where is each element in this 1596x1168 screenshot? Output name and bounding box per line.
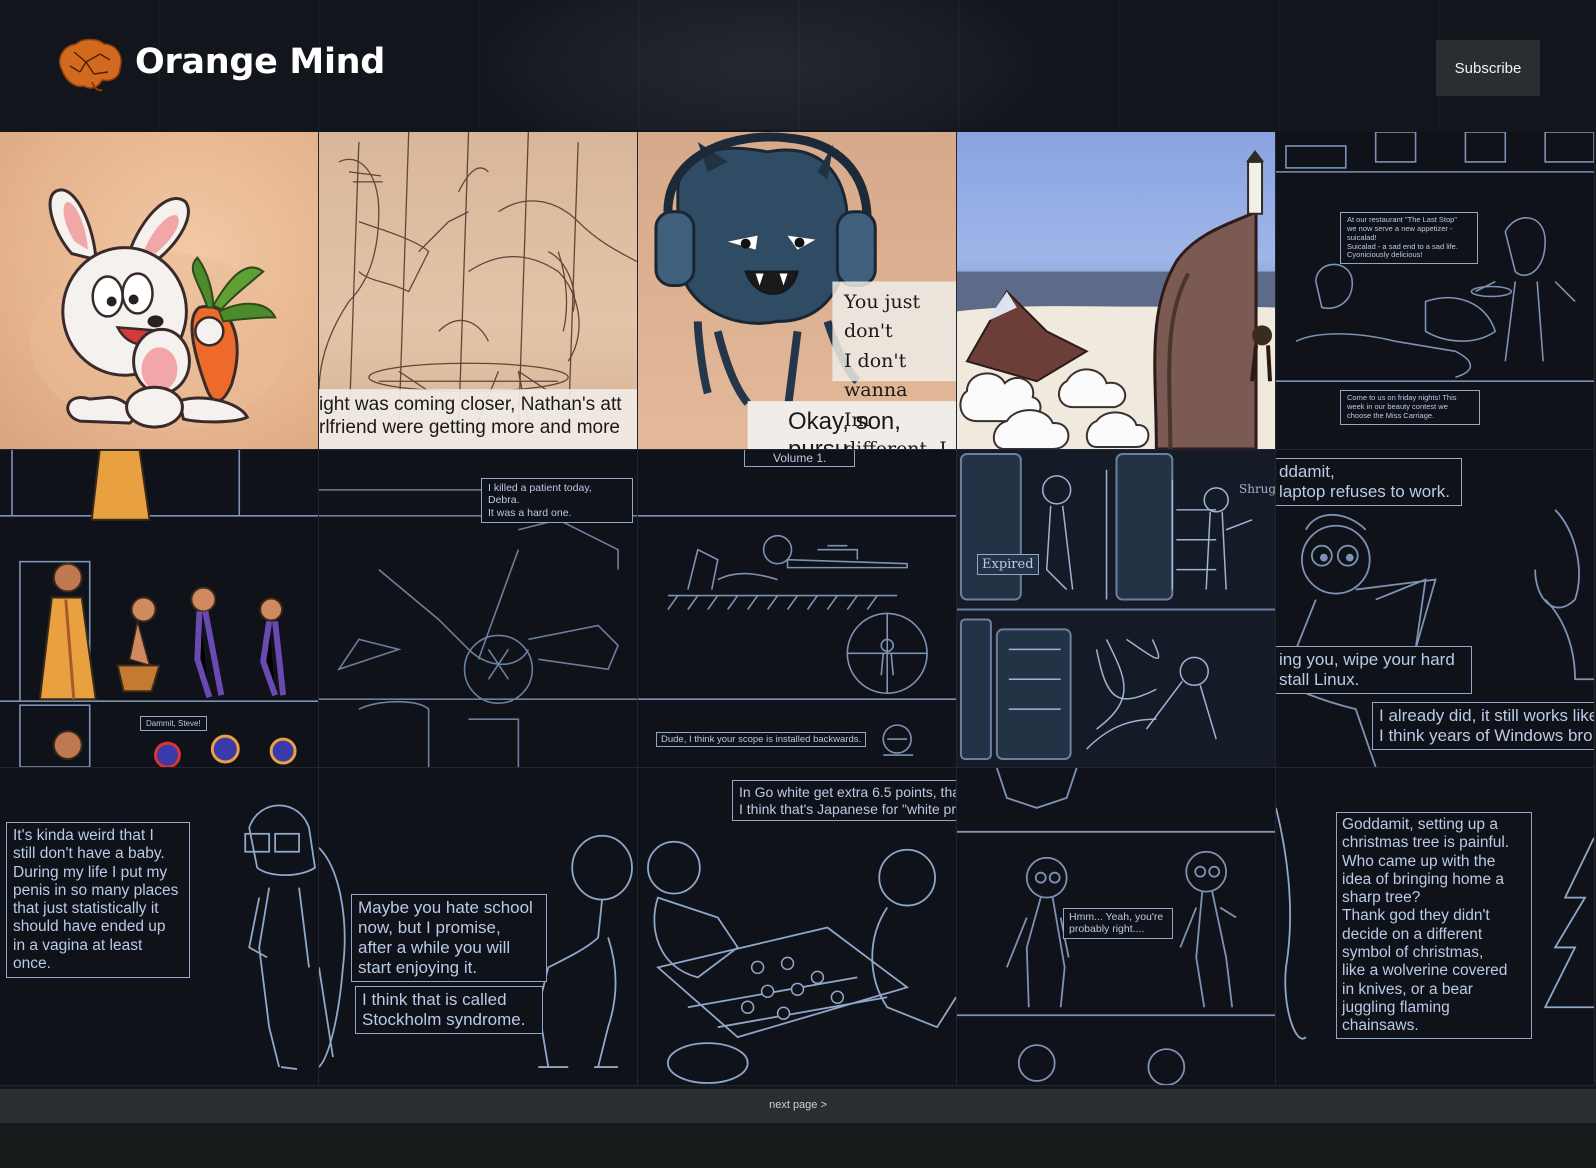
speech-bubble: I think that is called Stockholm syndrom…	[355, 986, 543, 1035]
speech-bubble: I killed a patient today, Debra. It was …	[481, 478, 633, 524]
cliff-illustration	[957, 149, 1275, 449]
comic-tile-restaurant[interactable]: At our restaurant "The Last Stop" we now…	[1276, 132, 1595, 450]
bunny-illustration	[29, 188, 290, 432]
comic-tile-blue-monster[interactable]: You just don't I don't wanna Im differen…	[638, 132, 957, 450]
comic-tile-lighthouse-cliff[interactable]	[957, 132, 1276, 450]
subscribe-button[interactable]: Subscribe	[1436, 40, 1540, 96]
comic-tile-patient[interactable]: I killed a patient today, Debra. It was …	[319, 450, 638, 768]
speech-bubble: In Go white get extra 6.5 points, tha I …	[732, 780, 956, 822]
site-header: Orange Mind Subscribe	[0, 0, 1596, 130]
speech-bubble: ing you, wipe your hard stall Linux.	[1276, 646, 1472, 695]
speech-bubble: Hmm... Yeah, you're probably right....	[1063, 908, 1173, 939]
speech-bubble: I already did, it still works like I thi…	[1372, 702, 1594, 751]
comic-grid: ight was coming closer, Nathan's att rlf…	[0, 132, 1596, 1088]
expired-label: Expired	[977, 554, 1039, 576]
site-title[interactable]: Orange Mind	[135, 42, 385, 82]
speech-bubble: Goddamit, setting up a christmas tree is…	[1336, 812, 1532, 1040]
comic-tile-monks[interactable]: Dammit, Steve!	[0, 450, 319, 768]
speech-bubble: Come to us on friday nights! This week i…	[1340, 390, 1480, 425]
comic-tile-go-game[interactable]: In Go white get extra 6.5 points, tha I …	[638, 768, 957, 1086]
comic-tile-sniper[interactable]: Volume 1. Dude, I think your scope is in…	[638, 450, 957, 768]
orange-brain-icon[interactable]	[54, 36, 124, 92]
tile-caption: Okay, son, pursu	[788, 408, 901, 450]
speech-bubble: At our restaurant "The Last Stop" we now…	[1340, 212, 1478, 265]
speech-bubble: It's kinda weird that I still don't have…	[6, 822, 190, 979]
volume-title: Volume 1.	[744, 450, 856, 468]
speech-bubble: ddamit, laptop refuses to work.	[1276, 458, 1462, 507]
shrug-label: Shrug	[1239, 482, 1276, 496]
comic-tile-bunny-carrot[interactable]	[0, 132, 319, 450]
speech-bubble: Dammit, Steve!	[140, 716, 207, 732]
comic-tile-fridge[interactable]: Expired Shrug	[957, 450, 1276, 768]
sketch-illustration	[638, 514, 956, 756]
comic-tile-sketch-ghost[interactable]: ight was coming closer, Nathan's att rlf…	[319, 132, 638, 450]
comic-tile-baby[interactable]: It's kinda weird that I still don't have…	[0, 768, 319, 1086]
speech-bubble: Maybe you hate school now, but I promise…	[351, 894, 547, 983]
sketch-illustration	[957, 452, 1275, 761]
pagination-bar: next page >	[0, 1089, 1596, 1123]
comic-tile-school[interactable]: Maybe you hate school now, but I promise…	[319, 768, 638, 1086]
next-page-link[interactable]: next page >	[769, 1099, 827, 1111]
speech-bubble: Dude, I think your scope is installed ba…	[656, 732, 867, 748]
tile-caption: ight was coming closer, Nathan's att rlf…	[319, 394, 622, 438]
comic-tile-hmm[interactable]: Hmm... Yeah, you're probably right....	[957, 768, 1276, 1086]
comic-tile-christmas[interactable]: Goddamit, setting up a christmas tree is…	[1276, 768, 1595, 1086]
page-bottom	[0, 1123, 1596, 1168]
comic-tile-laptop[interactable]: ddamit, laptop refuses to work. ing you,…	[1276, 450, 1595, 768]
